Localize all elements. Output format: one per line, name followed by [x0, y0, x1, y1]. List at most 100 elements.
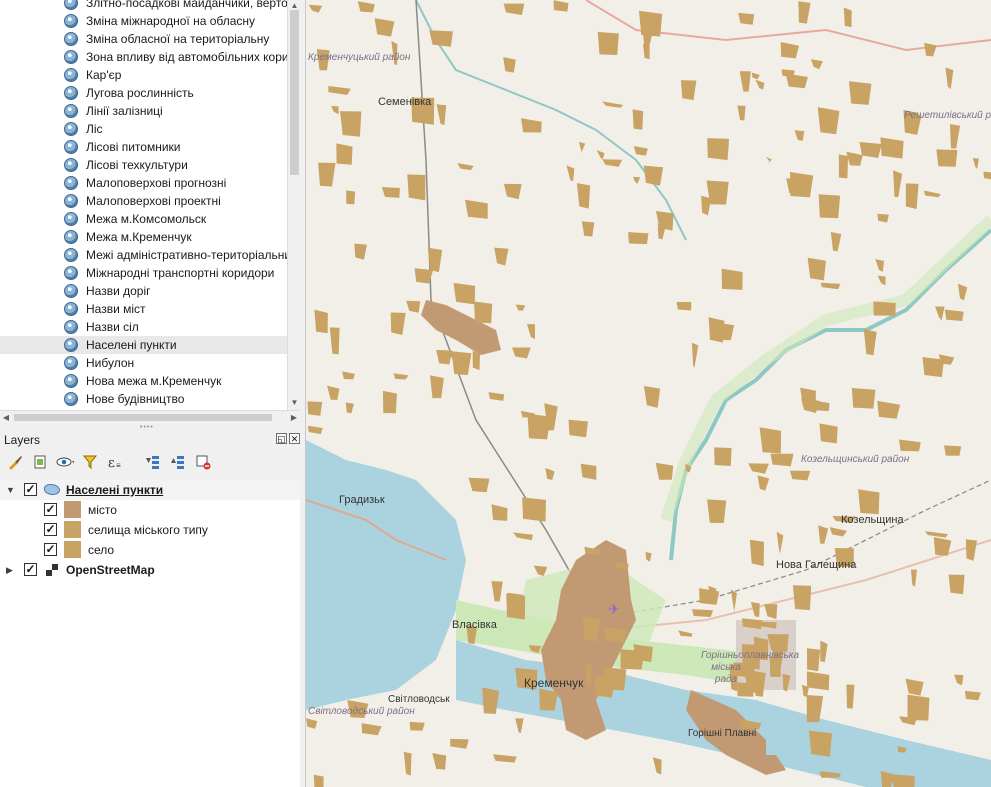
browser-item-label: Межа м.Кременчук — [86, 230, 192, 244]
village-polygon — [838, 154, 849, 179]
scroll-right-arrow[interactable]: ▶ — [288, 411, 300, 424]
village-polygon — [807, 257, 826, 281]
browser-item[interactable]: Малоповерхові прогнозні — [0, 174, 287, 192]
browser-item[interactable]: Лінії залізниці — [0, 102, 287, 120]
village-polygon — [707, 138, 730, 161]
class-visibility-checkbox[interactable]: ✓ — [44, 503, 57, 516]
browser-item[interactable]: Лісові питомники — [0, 138, 287, 156]
layer-visibility-checkbox[interactable]: ✓ — [24, 563, 37, 576]
browser-item-label: Лісові питомники — [86, 140, 181, 154]
browser-vertical-scrollbar[interactable]: ▲ ▼ — [287, 0, 301, 410]
browser-item[interactable]: Назви доріг — [0, 282, 287, 300]
browser-item-label: Населені пункти — [86, 338, 177, 352]
wms-globe-icon — [64, 320, 78, 334]
browser-item-label: Малоповерхові прогнозні — [86, 176, 227, 190]
map-label-horishni-plavni: Горішні Плавні — [688, 728, 757, 739]
village-polygon — [789, 172, 814, 198]
browser-item[interactable]: Зона впливу від автомобільних корид — [0, 48, 296, 66]
browser-item[interactable]: Зміна міжнародної на обласну — [0, 12, 287, 30]
browser-item-label: Міжнародні транспортні коридори — [86, 266, 275, 280]
browser-item[interactable]: Назви сіл — [0, 318, 287, 336]
panel-splitter-handle[interactable]: •••• — [140, 424, 154, 431]
layer-row-settlements[interactable]: ▼ ✓ Населені пункти — [0, 480, 300, 500]
map-label-reshetylivka-district: Решетилівський район — [904, 110, 991, 121]
expand-all-icon[interactable] — [144, 453, 162, 471]
layer-name[interactable]: OpenStreetMap — [66, 563, 155, 577]
remove-layer-icon[interactable] — [194, 453, 212, 471]
scroll-thumb[interactable] — [290, 10, 299, 175]
browser-item[interactable]: Ліс — [0, 120, 287, 138]
left-panel: Злітно-посадкові майданчики, вертол Зміна… — [0, 0, 306, 787]
collapse-all-icon[interactable] — [169, 453, 187, 471]
browser-horizontal-scrollbar[interactable]: ◀ ▶ — [0, 410, 300, 424]
browser-item[interactable]: Кар'єр — [0, 66, 287, 84]
scroll-left-arrow[interactable]: ◀ — [0, 411, 12, 424]
horizontal-scroll-thumb[interactable] — [14, 414, 272, 421]
village-polygon — [643, 165, 664, 186]
village-polygon — [506, 593, 526, 620]
browser-item-label: Межі адміністративно-територіальни — [86, 248, 292, 262]
village-polygon — [905, 183, 919, 210]
map-canvas[interactable]: ✈ Кременчуцький район Семенівка Решетилі… — [306, 0, 991, 787]
village-polygon — [429, 30, 453, 47]
browser-item[interactable]: Малоповерхові проектні — [0, 192, 287, 210]
float-panel-button[interactable]: ◱ — [276, 433, 287, 444]
village-polygon — [792, 585, 812, 611]
legend-class-row[interactable]: ✓ село — [0, 540, 300, 560]
browser-item[interactable]: Межа м.Кременчук — [0, 228, 287, 246]
village-polygon — [819, 423, 838, 444]
browser-item-label: Назви доріг — [86, 284, 151, 298]
browser-item[interactable]: Нибулон — [0, 354, 287, 372]
browser-item[interactable]: Злітно-посадкові майданчики, вертол — [0, 0, 295, 12]
browser-item-label: Лісові техкультури — [86, 158, 188, 172]
map-label-nova-galeshchyna: Нова Галещина — [776, 559, 857, 571]
browser-item-label: Межа м.Комсомольск — [86, 212, 207, 226]
class-visibility-checkbox[interactable]: ✓ — [44, 523, 57, 536]
browser-item[interactable]: Міжнародні транспортні коридори — [0, 264, 287, 282]
browser-item[interactable]: Нове будівництво — [0, 390, 287, 408]
village-polygon — [374, 18, 395, 37]
village-polygon — [313, 774, 324, 787]
browser-item[interactable]: Населені пункти — [0, 336, 287, 354]
visibility-eye-icon[interactable] — [56, 453, 74, 471]
expression-filter-icon[interactable]: ε ≡ — [107, 453, 125, 471]
style-brush-icon[interactable] — [6, 453, 24, 471]
browser-item[interactable]: Нова межа м.Кременчук — [0, 372, 287, 390]
class-label: селища міського типу — [88, 523, 208, 537]
legend-class-row[interactable]: ✓ селища міського типу — [0, 520, 300, 540]
browser-item[interactable]: Назви міст — [0, 300, 287, 318]
svg-text:ε: ε — [108, 456, 115, 470]
browser-item[interactable]: Межа м.Комсомольск — [0, 210, 287, 228]
village-polygon — [407, 174, 426, 201]
browser-item[interactable]: Лугова рослинність — [0, 84, 287, 102]
class-color-swatch — [64, 521, 81, 538]
village-polygon — [721, 268, 743, 290]
airport-icon: ✈ — [608, 601, 620, 617]
class-label: місто — [88, 503, 117, 517]
layer-row-openstreetmap[interactable]: ▶ ✓ OpenStreetMap — [0, 560, 300, 580]
svg-text:≡: ≡ — [116, 461, 121, 470]
scroll-down-arrow[interactable]: ▼ — [288, 397, 301, 409]
browser-item[interactable]: Межі адміністративно-територіальни — [0, 246, 291, 264]
map-render: ✈ — [306, 0, 991, 787]
layer-visibility-checkbox[interactable]: ✓ — [24, 483, 37, 496]
browser-item-label: Нове будівництво — [86, 392, 185, 406]
polygon-layer-icon — [44, 484, 60, 495]
village-polygon — [714, 447, 732, 466]
tailings-pond — [766, 720, 811, 755]
village-polygon — [891, 774, 915, 787]
collapse-arrow-icon[interactable]: ▶ — [6, 565, 13, 576]
village-polygon — [880, 137, 904, 159]
map-label-horishni-plavni-rada: Горішньоплавнівська міська рада — [701, 650, 800, 685]
close-panel-button[interactable]: ✕ — [289, 433, 300, 444]
class-visibility-checkbox[interactable]: ✓ — [44, 543, 57, 556]
map-label-svitlovodsk: Світловодськ — [388, 694, 450, 705]
village-polygon — [628, 232, 649, 245]
add-group-icon[interactable] — [31, 453, 49, 471]
layer-name[interactable]: Населені пункти — [66, 483, 163, 497]
filter-icon[interactable] — [81, 453, 99, 471]
expand-arrow-icon[interactable]: ▼ — [6, 485, 15, 495]
browser-item[interactable]: Зміна обласної на територіальну — [0, 30, 287, 48]
browser-item[interactable]: Лісові техкультури — [0, 156, 287, 174]
legend-class-row[interactable]: ✓ місто — [0, 500, 300, 520]
